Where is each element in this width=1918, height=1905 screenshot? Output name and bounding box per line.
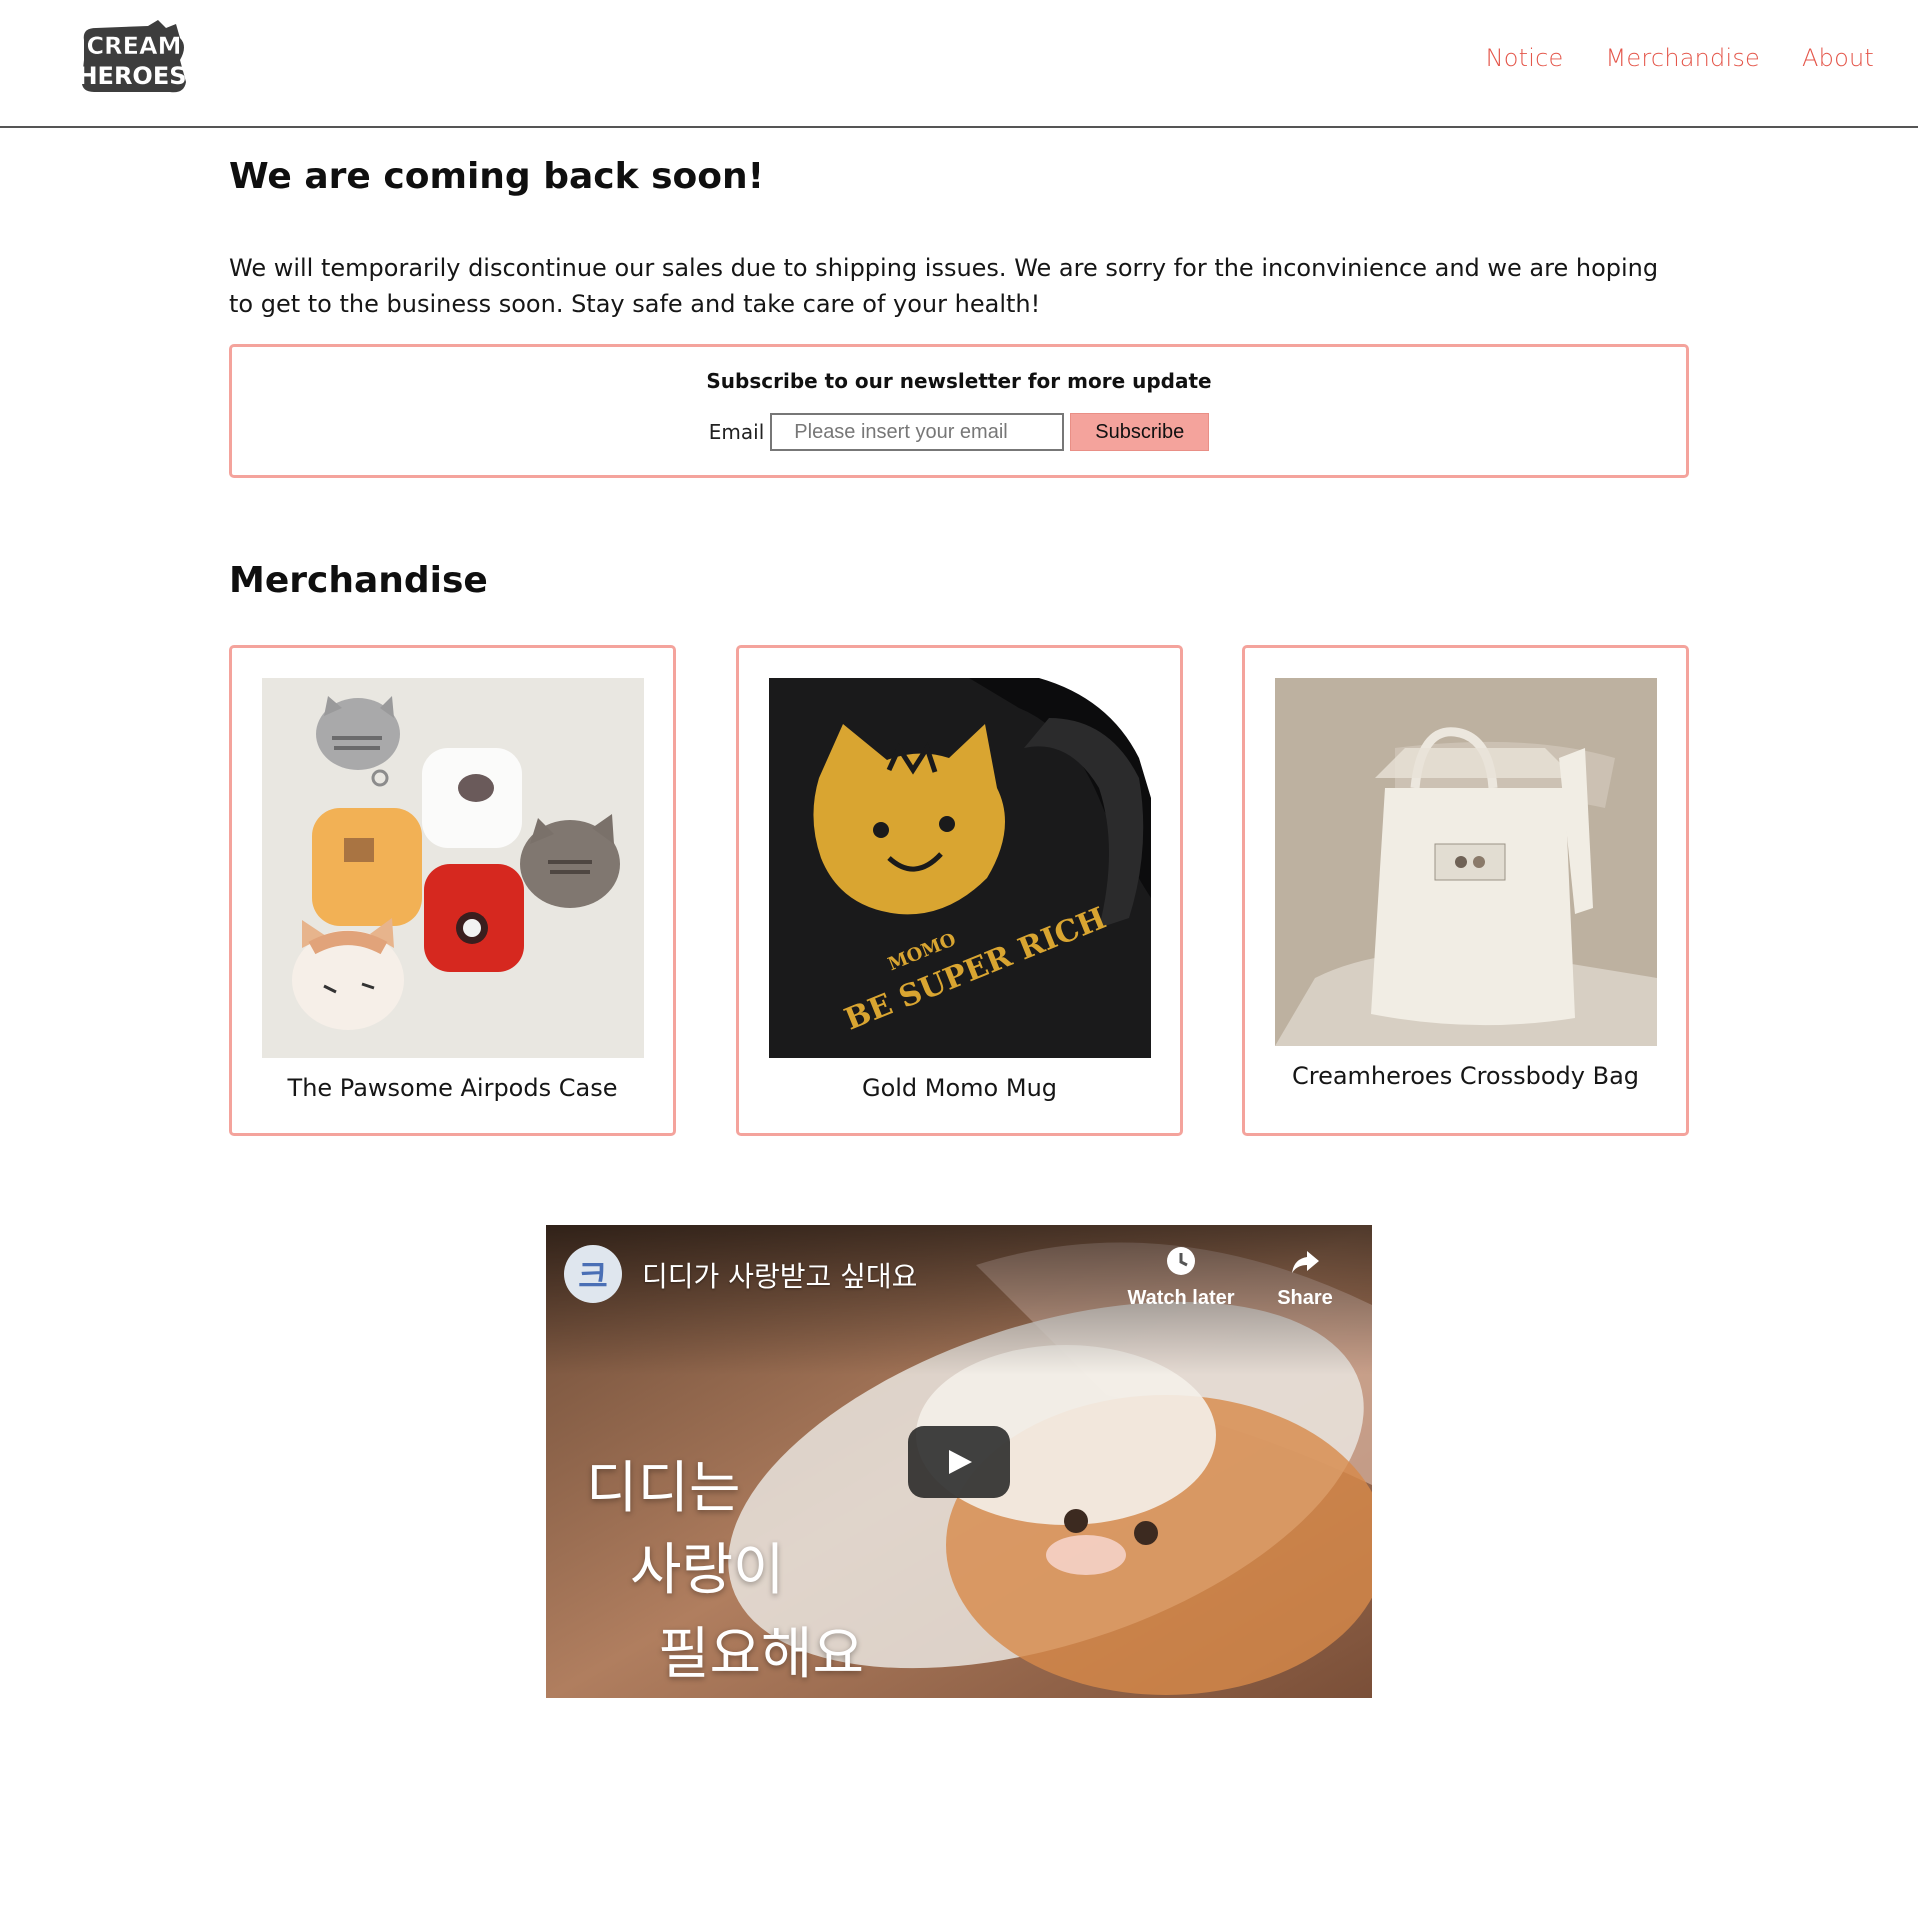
product-name[interactable]: The Pawsome Airpods Case	[232, 1074, 673, 1102]
video-overlay-text: 사랑이	[630, 1538, 785, 1603]
watch-later-label: Watch later	[1127, 1287, 1235, 1309]
email-input[interactable]	[770, 413, 1065, 451]
video-embed[interactable]: 크 디디가 사랑받고 싶대요 Watch later Share 디디는 사랑이…	[546, 1225, 1372, 1698]
share-button[interactable]: Share	[1250, 1245, 1360, 1310]
product-name[interactable]: Creamheroes Crossbody Bag	[1245, 1062, 1686, 1090]
video-overlay-text: 디디는	[586, 1456, 741, 1521]
newsletter-title: Subscribe to our newsletter for more upd…	[706, 369, 1212, 393]
product-name[interactable]: Gold Momo Mug	[739, 1074, 1180, 1102]
product-card[interactable]: BE SUPER RICH MOMO Gold Momo Mug	[736, 645, 1183, 1136]
product-card[interactable]: Creamheroes Crossbody Bag	[1242, 645, 1689, 1136]
site-header: CREAM HEROES Notice Merchandise About	[0, 0, 1918, 128]
notice-title: We are coming back soon!	[229, 156, 765, 197]
nav-link-about[interactable]: About	[1802, 44, 1874, 72]
nav-link-notice[interactable]: Notice	[1486, 44, 1564, 72]
product-image-crossbody-bag[interactable]	[1275, 678, 1657, 1046]
channel-avatar[interactable]: 크	[564, 1245, 622, 1303]
subscribe-button[interactable]: Subscribe	[1070, 413, 1210, 451]
product-image-airpods-case[interactable]	[262, 678, 644, 1058]
notice-body: We will temporarily discontinue our sale…	[229, 254, 1659, 318]
video-title[interactable]: 디디가 사랑받고 싶대요	[642, 1255, 917, 1295]
product-card[interactable]: The Pawsome Airpods Case	[229, 645, 676, 1136]
newsletter-box: Subscribe to our newsletter for more upd…	[229, 344, 1689, 478]
watch-later-button[interactable]: Watch later	[1126, 1245, 1236, 1310]
clock-icon	[1167, 1247, 1195, 1275]
share-label: Share	[1277, 1287, 1333, 1309]
nav-link-merchandise[interactable]: Merchandise	[1606, 44, 1761, 72]
newsletter-form: Email Subscribe	[232, 413, 1686, 451]
svg-text:CREAM: CREAM	[87, 32, 182, 60]
video-overlay-text: 필요해요	[658, 1622, 865, 1687]
email-label: Email	[708, 420, 765, 444]
share-arrow-icon	[1292, 1251, 1319, 1273]
cream-heroes-logo[interactable]: CREAM HEROES	[76, 20, 192, 96]
product-image-gold-mug[interactable]: BE SUPER RICH MOMO	[769, 678, 1151, 1058]
play-button[interactable]	[908, 1426, 1010, 1498]
main-nav: Notice Merchandise About	[1486, 44, 1874, 72]
play-icon	[949, 1450, 972, 1474]
merchandise-title: Merchandise	[229, 560, 488, 601]
merchandise-grid: The Pawsome Airpods Case BE SUPER RICH M…	[229, 645, 1689, 1136]
svg-text:HEROES: HEROES	[77, 62, 186, 90]
